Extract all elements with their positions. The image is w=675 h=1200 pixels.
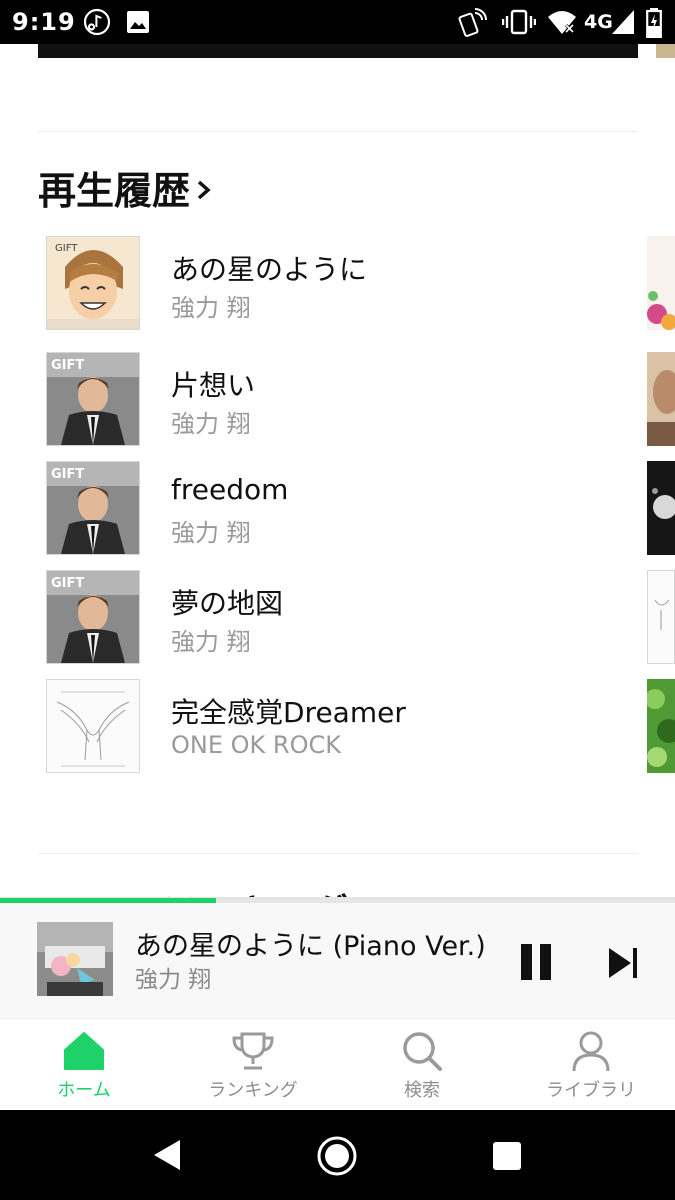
history-track[interactable]: GIFT freedom 強力 翔 [0,461,675,557]
album-art: GIFT [46,236,140,330]
section-divider-top [38,131,638,132]
mini-player[interactable]: あの星のように (Piano Ver.) 強力 翔 [0,897,675,1019]
tab-label: ライブラリ [546,1080,636,1101]
album-art: GIFT [46,570,140,664]
album-art [46,679,140,773]
playback-progress-bar[interactable] [0,898,675,903]
album-art-text: GIFT [51,358,84,373]
music-notification-icon [83,8,111,36]
playback-progress-fill [0,898,216,903]
status-bar: 9:19 4G [0,0,675,44]
tab-label: ホーム [57,1080,111,1101]
home-button[interactable] [316,1135,358,1177]
carousel-peek-art[interactable] [647,352,675,446]
chevron-right-icon [197,180,211,199]
now-playing-art[interactable] [37,922,113,996]
recents-button[interactable] [492,1141,522,1171]
history-track[interactable]: GIFT 片想い 強力 翔 [0,352,675,448]
trophy-icon [232,1032,274,1070]
bottom-tab-bar: ホーム ランキング 検索 ライブラリ [0,1018,675,1111]
top-banner-side-remnant[interactable] [656,44,675,58]
album-art: GIFT [46,352,140,446]
section-divider-bottom [38,853,638,854]
image-notification-icon [127,11,149,33]
album-art: GIFT [46,461,140,555]
history-section-title: 再生履歴 [38,169,191,213]
history-track[interactable]: GIFT あの星のように 強力 翔 [0,236,675,332]
nfc-icon [458,8,487,37]
status-time: 9:19 [12,8,76,36]
carousel-peek-art[interactable] [647,461,675,555]
back-button[interactable] [150,1138,182,1172]
system-nav-bar [0,1110,675,1200]
album-art-text: GIFT [51,467,84,482]
tab-home[interactable]: ホーム [0,1019,168,1111]
skip-next-button[interactable] [606,946,640,980]
history-section-header[interactable]: 再生履歴 [38,160,212,215]
history-track[interactable]: 完全感覚Dreamer ONE OK ROCK [0,679,675,775]
tab-library[interactable]: ライブラリ [507,1019,675,1111]
tab-ranking[interactable]: ランキング [169,1019,337,1111]
track-title: freedom [171,473,289,506]
carousel-peek-art[interactable] [647,236,675,330]
tab-search[interactable]: 検索 [338,1019,506,1111]
profile-icon [572,1031,610,1072]
vibrate-icon [502,9,536,35]
pause-button[interactable] [518,942,554,982]
search-icon [403,1032,442,1071]
track-artist: 強力 翔 [171,294,251,322]
album-art-text: GIFT [55,243,78,254]
wifi-icon [548,11,576,34]
signal-icon [612,10,634,34]
track-artist: 強力 翔 [171,628,251,656]
tab-label: 検索 [404,1080,440,1101]
top-banner-remnant[interactable] [38,44,638,58]
carousel-peek-art[interactable] [647,679,675,773]
tab-label: ランキング [208,1080,298,1101]
home-icon [64,1032,104,1070]
now-playing-artist: 強力 翔 [135,967,212,993]
now-playing-title: あの星のように (Piano Ver.) [135,931,486,962]
track-title: あの星のように [171,253,368,286]
album-art-text: GIFT [51,576,84,591]
track-artist: 強力 翔 [171,410,251,438]
track-title: 夢の地図 [171,587,284,620]
carousel-peek-art[interactable] [647,570,675,664]
track-artist: ONE OK ROCK [171,731,341,759]
battery-icon [646,8,662,38]
network-type: 4G [584,11,613,33]
history-track[interactable]: GIFT 夢の地図 強力 翔 [0,570,675,666]
track-artist: 強力 翔 [171,519,251,547]
track-title: 完全感覚Dreamer [171,696,406,729]
track-title: 片想い [171,369,256,402]
